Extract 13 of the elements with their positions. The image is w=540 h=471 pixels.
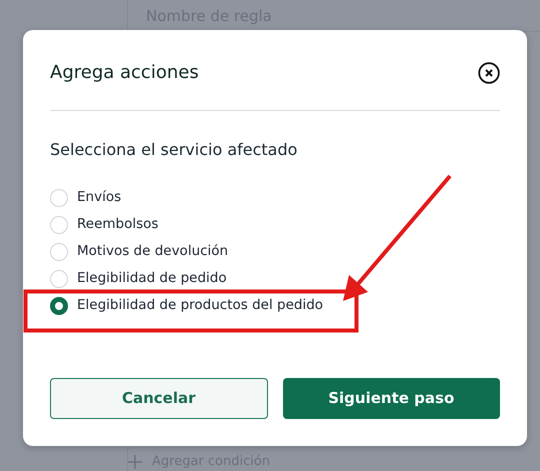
close-button[interactable] — [478, 62, 500, 84]
close-icon — [478, 62, 500, 84]
cancel-button[interactable]: Cancelar — [50, 378, 268, 419]
radio-option[interactable]: Motivos de devolución — [50, 238, 500, 265]
next-button[interactable]: Siguiente paso — [282, 378, 500, 419]
dialog-title: Agrega acciones — [50, 62, 199, 84]
radio-option[interactable]: Envíos — [50, 184, 500, 211]
plus-icon — [128, 454, 142, 469]
section-heading: Selecciona el servicio afectado — [50, 139, 298, 161]
radio-option[interactable]: Elegibilidad de productos del pedido — [50, 292, 500, 319]
radio-option[interactable]: Reembolsos — [50, 211, 500, 238]
radio-button[interactable] — [50, 296, 68, 314]
radio-option[interactable]: Elegibilidad de pedido — [50, 265, 500, 292]
